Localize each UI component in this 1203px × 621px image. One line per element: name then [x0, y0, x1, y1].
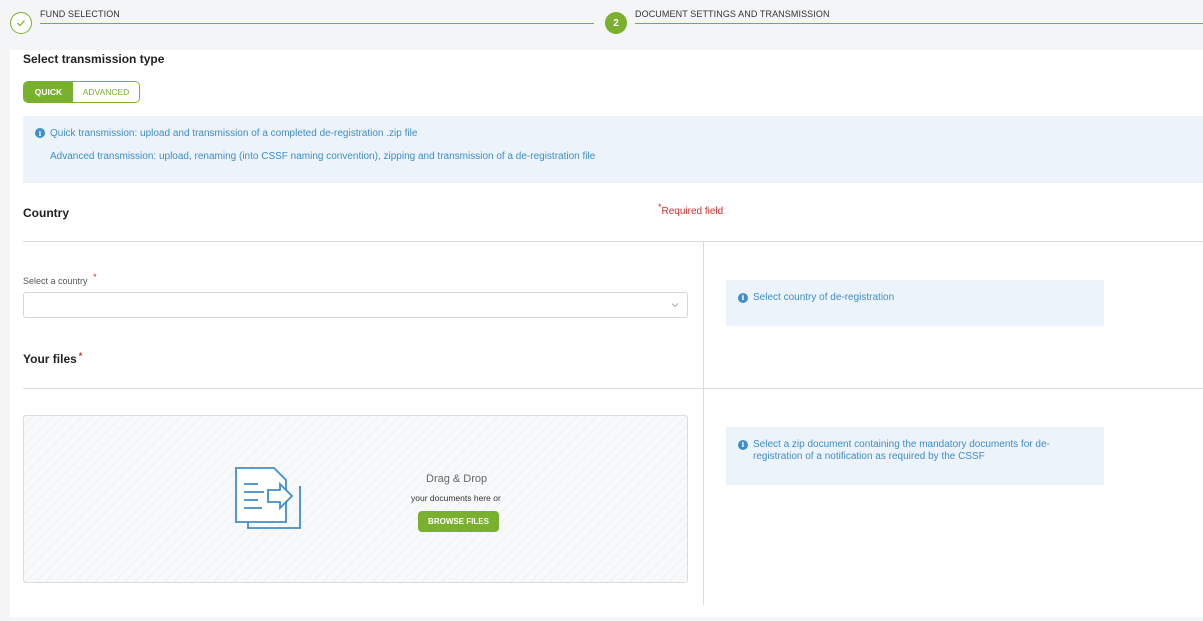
- your-files-title: Your files *: [23, 351, 83, 366]
- advanced-info-text: Advanced transmission: upload, renaming …: [50, 151, 596, 162]
- drag-drop-subtitle: your documents here or: [411, 493, 501, 503]
- required-field-text: Required field: [661, 206, 724, 217]
- country-select[interactable]: [23, 292, 688, 318]
- info-icon: i: [738, 293, 748, 303]
- browse-files-button[interactable]: BROWSE FILES: [418, 511, 499, 532]
- file-dropzone[interactable]: Drag & Drop your documents here or BROWS…: [23, 415, 688, 583]
- quick-toggle-button[interactable]: QUICK: [24, 82, 73, 102]
- checkmark-icon: [17, 20, 25, 27]
- files-help-text: Select a zip document containing the man…: [753, 439, 1050, 462]
- country-title: Country: [23, 206, 69, 220]
- step-1-progress-line: [40, 23, 594, 24]
- transmission-type-toggle: QUICK ADVANCED: [23, 81, 140, 103]
- required-star: *: [93, 272, 97, 282]
- step-2-indicator: 2: [605, 12, 627, 34]
- required-field-note: *Required field: [658, 202, 724, 217]
- quick-info-line: i Quick transmission: upload and transmis…: [35, 128, 417, 139]
- files-divider: [23, 388, 1203, 389]
- country-divider: [23, 241, 1203, 242]
- country-field-label: Select a country *: [23, 272, 97, 286]
- step-1-label[interactable]: FUND SELECTION: [40, 9, 120, 19]
- files-help-box: i Select a zip document containing the m…: [726, 427, 1104, 485]
- transmission-info-box: i Quick transmission: upload and transmis…: [23, 116, 1203, 183]
- info-icon: i: [738, 440, 748, 450]
- document-settings-card: Select transmission type QUICK ADVANCED …: [10, 50, 1203, 617]
- step-1-complete-indicator[interactable]: [10, 12, 32, 34]
- column-divider: [703, 242, 704, 605]
- step-2-label: DOCUMENT SETTINGS AND TRANSMISSION: [635, 9, 830, 19]
- drag-drop-title: Drag & Drop: [426, 473, 488, 485]
- advanced-toggle-button[interactable]: ADVANCED: [73, 82, 139, 102]
- chevron-down-icon: [671, 303, 679, 308]
- info-icon: i: [35, 128, 45, 139]
- country-help-text: Select country of de-registration: [753, 292, 895, 303]
- quick-info-text: Quick transmission: upload and transmiss…: [50, 128, 418, 139]
- step-2-progress-line: [635, 23, 1203, 24]
- your-files-title-text: Your files: [23, 352, 77, 366]
- document-upload-icon: [235, 467, 301, 529]
- transmission-type-title: Select transmission type: [23, 52, 165, 66]
- required-star: *: [78, 351, 83, 361]
- required-star: *: [658, 202, 662, 212]
- progress-stepper: FUND SELECTION 2 DOCUMENT SETTINGS AND T…: [0, 0, 1203, 50]
- country-help-box: i Select country of de-registration: [726, 280, 1104, 326]
- country-field-label-text: Select a country: [23, 276, 88, 286]
